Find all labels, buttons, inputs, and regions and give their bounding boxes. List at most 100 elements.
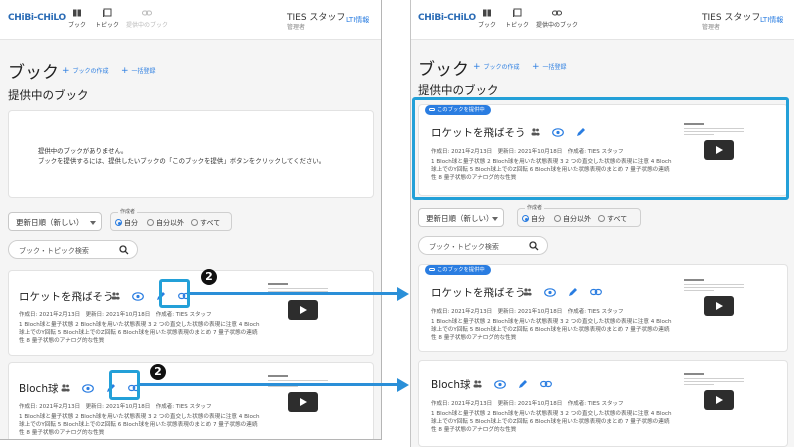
chevron-down-icon [492, 217, 498, 221]
create-book-button[interactable]: + ブックの作成 [473, 62, 520, 72]
bulk-register-label: 一括登録 [542, 64, 567, 71]
page-title: ブック [8, 63, 59, 83]
eye-icon[interactable] [544, 287, 556, 297]
author-radio-all[interactable]: すべて [191, 218, 220, 228]
search-icon [119, 245, 129, 255]
sort-select[interactable]: 更新日順（新しい） [418, 208, 504, 227]
book-dates: 作成日: 2021年2月13日 更新日: 2021年10月18日 作成者: TI… [431, 309, 624, 315]
book-description: 1 Bloch球と量子状態 2 Bloch球を用いた状態表現 3 2 つの直交し… [431, 319, 672, 341]
play-icon [704, 296, 734, 316]
user-role: 管理者 [702, 24, 721, 31]
book-dates: 作成日: 2021年2月13日 更新日: 2021年10月18日 作成者: TI… [19, 312, 212, 318]
book-thumbnail[interactable] [681, 279, 747, 319]
after-screen: CHiBi-CHiLO ブック トピック 提供中のブック TIES スタッフ 管… [410, 0, 794, 447]
edit-icon[interactable] [518, 379, 528, 389]
radio-icon [191, 219, 198, 226]
radio-label: 自分以外 [156, 219, 184, 227]
book-title[interactable]: ロケットを飛ばそう [19, 289, 114, 304]
author-filter: 作成者 自分 自分以外 すべて [517, 204, 641, 227]
book-thumbnail[interactable] [681, 373, 747, 413]
eye-icon[interactable] [494, 379, 506, 389]
author-radio-others[interactable]: 自分以外 [554, 214, 591, 224]
nav-shared-books[interactable]: 提供中のブック [534, 8, 580, 29]
book-title-text: ロケットを飛ばそう [431, 287, 526, 299]
radio-label: すべて [200, 219, 221, 227]
play-icon [704, 390, 734, 410]
people-icon[interactable] [523, 288, 532, 296]
empty-line-2: ブックを提供するには、提供したいブックの「このブックを提供」ボタンをクリックして… [38, 157, 326, 165]
empty-line-1: 提供中のブックがありません。 [38, 147, 128, 155]
author-radio-all[interactable]: すべて [598, 214, 627, 224]
book-title-text: Bloch球 [19, 383, 59, 395]
eye-icon[interactable] [82, 383, 94, 393]
author-radio-others[interactable]: 自分以外 [147, 218, 184, 228]
bulk-register-label: 一括登録 [131, 68, 156, 75]
book-thumbnail[interactable] [265, 375, 331, 415]
book-card[interactable]: Bloch球 作成日: 2021年2月13日 更新日: 2021年10月18日 … [418, 360, 788, 447]
sort-select[interactable]: 更新日順（新しい） [8, 212, 102, 231]
author-filter: 作成者 自分 自分以外 すべて [110, 208, 232, 231]
radio-selected-icon [115, 219, 122, 226]
edit-icon[interactable] [568, 287, 578, 297]
bulk-register-button[interactable]: + 一括登録 [532, 62, 567, 72]
nav-shared-books[interactable]: 提供中のブック [124, 8, 170, 29]
top-bar: CHiBi-CHiLO ブック トピック 提供中のブック TIES スタッフ 管… [411, 0, 794, 40]
link-icon [142, 10, 152, 16]
nav-book[interactable]: ブック [63, 8, 91, 29]
shared-badge-label: このブックを提供中 [437, 267, 485, 273]
book-title[interactable]: Bloch球 [19, 381, 58, 396]
nav-topic[interactable]: トピック [503, 8, 531, 29]
plus-icon: + [532, 62, 540, 72]
nav-book[interactable]: ブック [473, 8, 501, 29]
link-icon [429, 268, 435, 271]
radio-label: 自分 [531, 215, 545, 223]
book-actions [523, 287, 602, 297]
nav-topic[interactable]: トピック [93, 8, 121, 29]
book-icon [73, 9, 81, 17]
nav-topic-label: トピック [94, 22, 119, 29]
nav-topic-label: トピック [504, 22, 529, 29]
book-dates: 作成日: 2021年2月13日 更新日: 2021年10月18日 作成者: TI… [19, 404, 212, 410]
lti-info-link[interactable]: LTI情報 [760, 15, 783, 25]
nav-shared-label: 提供中のブック [535, 22, 578, 29]
author-radio-self[interactable]: 自分 [522, 214, 545, 224]
nav-book-label: ブック [477, 22, 496, 29]
link-icon[interactable] [590, 288, 602, 296]
radio-icon [598, 215, 605, 222]
eye-icon[interactable] [132, 291, 144, 301]
book-card[interactable]: このブックを提供中 ロケットを飛ばそう 作成日: 2021年2月13日 更新日:… [418, 264, 788, 352]
link-icon [552, 10, 562, 16]
book-thumbnail[interactable] [265, 283, 331, 323]
app-logo[interactable]: CHiBi-CHiLO [418, 13, 476, 23]
book-description: 1 Bloch球と量子状態 2 Bloch球を用いた状態表現 3 2 つの直交し… [19, 414, 260, 436]
step-marker: 2 [201, 269, 217, 285]
book-card[interactable]: ロケットを飛ばそう 作成日: 2021年2月13日 更新日: 2021年10月1… [8, 270, 374, 356]
people-icon[interactable] [111, 292, 120, 300]
search-placeholder: ブック・トピック検索 [19, 247, 89, 255]
topic-icon [103, 8, 112, 17]
shared-badge: このブックを提供中 [425, 265, 491, 275]
book-title-text: Bloch球 [431, 379, 471, 391]
book-card[interactable]: Bloch球 作成日: 2021年2月13日 更新日: 2021年10月18日 … [8, 362, 374, 439]
link-icon[interactable] [540, 380, 552, 388]
create-book-button[interactable]: + ブックの作成 [62, 66, 109, 76]
lti-info-link[interactable]: LTI情報 [346, 15, 369, 25]
search-input[interactable]: ブック・トピック検索 [418, 236, 548, 255]
search-input[interactable]: ブック・トピック検索 [8, 240, 138, 259]
plus-icon: + [121, 66, 129, 76]
people-icon[interactable] [473, 380, 482, 388]
radio-icon [554, 215, 561, 222]
book-title[interactable]: Bloch球 [431, 377, 470, 392]
book-description: 1 Bloch球と量子状態 2 Bloch球を用いた状態表現 3 2 つの直交し… [19, 322, 260, 344]
sort-value: 更新日順（新しい） [16, 218, 84, 227]
create-book-label: ブックの作成 [72, 68, 109, 75]
book-title[interactable]: ロケットを飛ばそう [431, 285, 526, 300]
book-dates: 作成日: 2021年2月13日 更新日: 2021年10月18日 作成者: TI… [431, 401, 624, 407]
play-icon [288, 392, 318, 412]
book-description: 1 Bloch球と量子状態 2 Bloch球を用いた状態表現 3 2 つの直交し… [431, 411, 672, 433]
bulk-register-button[interactable]: + 一括登録 [121, 66, 156, 76]
play-icon [288, 300, 318, 320]
app-logo[interactable]: CHiBi-CHiLO [8, 13, 66, 23]
author-radio-self[interactable]: 自分 [115, 218, 138, 228]
people-icon[interactable] [61, 384, 70, 392]
